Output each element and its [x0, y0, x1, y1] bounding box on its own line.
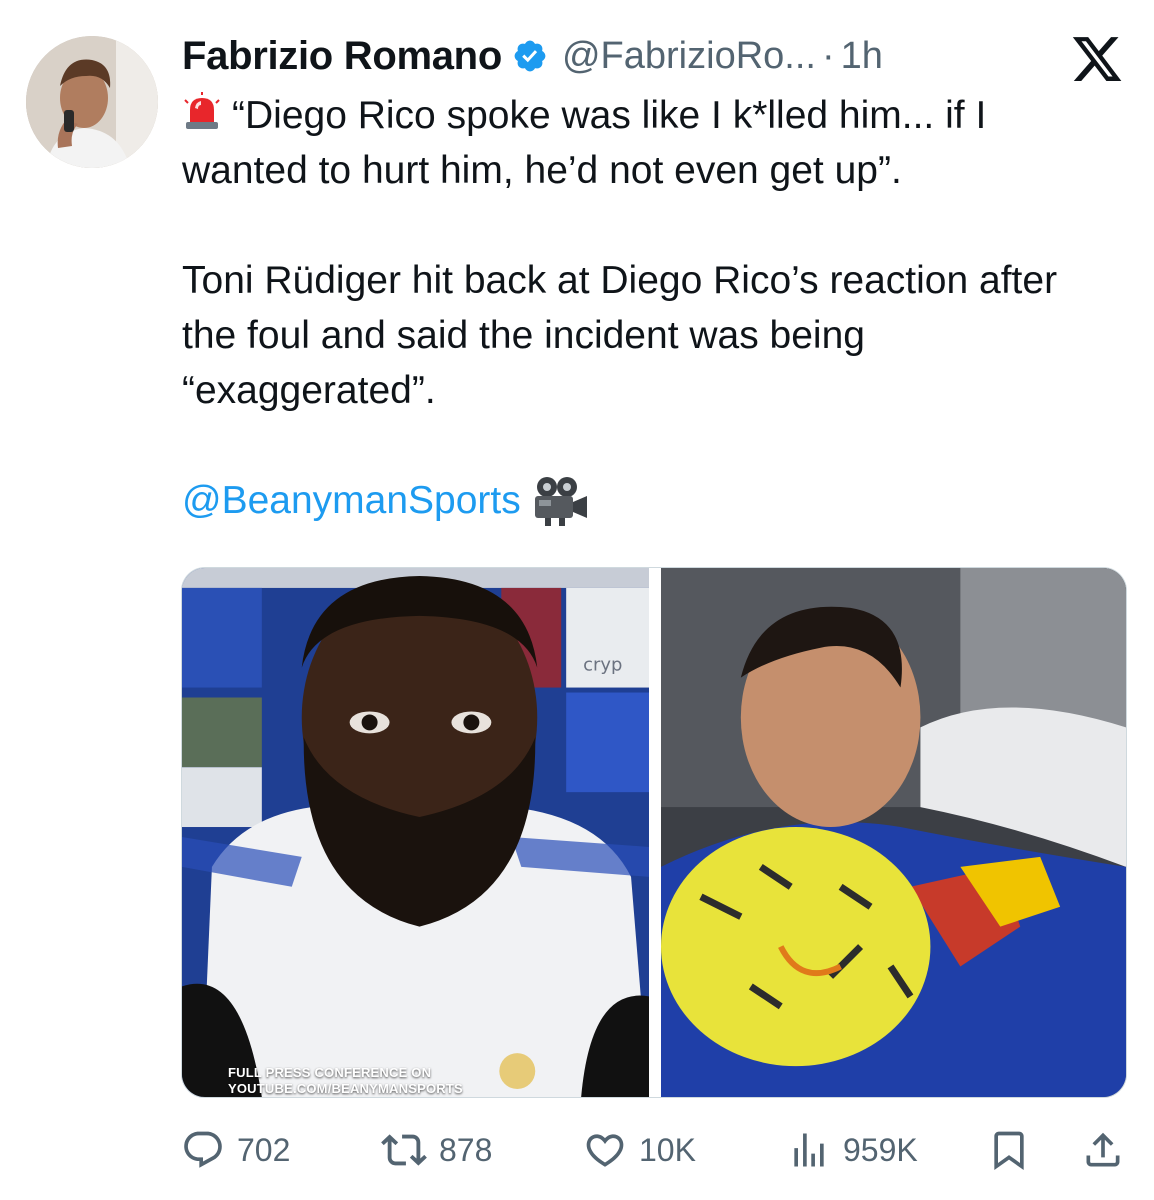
tweet-mention-line: @BeanymanSports: [182, 473, 1122, 528]
repost-button[interactable]: 878: [381, 1127, 492, 1173]
media-grid[interactable]: cryp FULL PRESS CONFERENCE ON YOUTUBE.CO…: [181, 567, 1127, 1098]
like-icon: [586, 1134, 624, 1167]
tweet-header: Fabrizio Romano @FabrizioRo... · 1h: [182, 28, 883, 84]
video-caption: FULL PRESS CONFERENCE ON YOUTUBE.COM/BEA…: [228, 1065, 463, 1097]
like-button[interactable]: 10K: [583, 1128, 696, 1172]
avatar[interactable]: [26, 36, 158, 168]
banner-text: cryp: [583, 655, 622, 676]
siren-icon: [184, 92, 220, 129]
tweet-paragraph-quote: “Diego Rico spoke was like I k*lled him.…: [182, 88, 1122, 198]
views-count: 959K: [843, 1131, 918, 1168]
reply-button[interactable]: 702: [181, 1128, 290, 1172]
action-bar: 702 878 10K 959K: [181, 1122, 1121, 1178]
foul-incident-image: [661, 568, 1126, 1097]
separator-dot: ·: [821, 34, 835, 77]
caption-line-2: YOUTUBE.COM/BEANYMANSPORTS: [228, 1081, 463, 1096]
verified-badge-icon: [514, 40, 546, 72]
repost-icon: [381, 1134, 427, 1166]
reply-icon: [184, 1131, 222, 1168]
mention-link[interactable]: @BeanymanSports: [182, 473, 521, 528]
media-image-press-conference[interactable]: cryp FULL PRESS CONFERENCE ON YOUTUBE.CO…: [182, 568, 649, 1097]
views-button[interactable]: 959K: [787, 1128, 918, 1172]
reply-count: 702: [237, 1131, 291, 1168]
bookmark-icon: [994, 1131, 1024, 1171]
share-button[interactable]: [1081, 1128, 1125, 1172]
author-name[interactable]: Fabrizio Romano: [182, 34, 502, 79]
tweet-text: “Diego Rico spoke was like I k*lled him.…: [182, 88, 1122, 528]
tweet-card: Fabrizio Romano @FabrizioRo... · 1h “Die…: [0, 0, 1154, 1200]
x-logo-icon[interactable]: [1070, 32, 1124, 86]
movie-camera-icon: [534, 476, 587, 526]
avatar-image: [26, 36, 158, 168]
repost-count: 878: [439, 1131, 493, 1168]
tweet-paragraph-summary: Toni Rüdiger hit back at Diego Rico’s re…: [182, 259, 1058, 412]
caption-line-1: FULL PRESS CONFERENCE ON: [228, 1065, 432, 1080]
bookmark-button[interactable]: [987, 1128, 1031, 1172]
quote-text: “Diego Rico spoke was like I k*lled him.…: [182, 94, 987, 192]
share-icon: [1086, 1132, 1120, 1167]
author-handle[interactable]: @FabrizioRo...: [562, 35, 816, 78]
media-image-foul-incident[interactable]: [661, 568, 1126, 1097]
like-count: 10K: [639, 1131, 696, 1168]
views-icon: [794, 1133, 824, 1167]
press-conference-image: cryp: [182, 568, 649, 1097]
timestamp[interactable]: 1h: [841, 35, 883, 78]
